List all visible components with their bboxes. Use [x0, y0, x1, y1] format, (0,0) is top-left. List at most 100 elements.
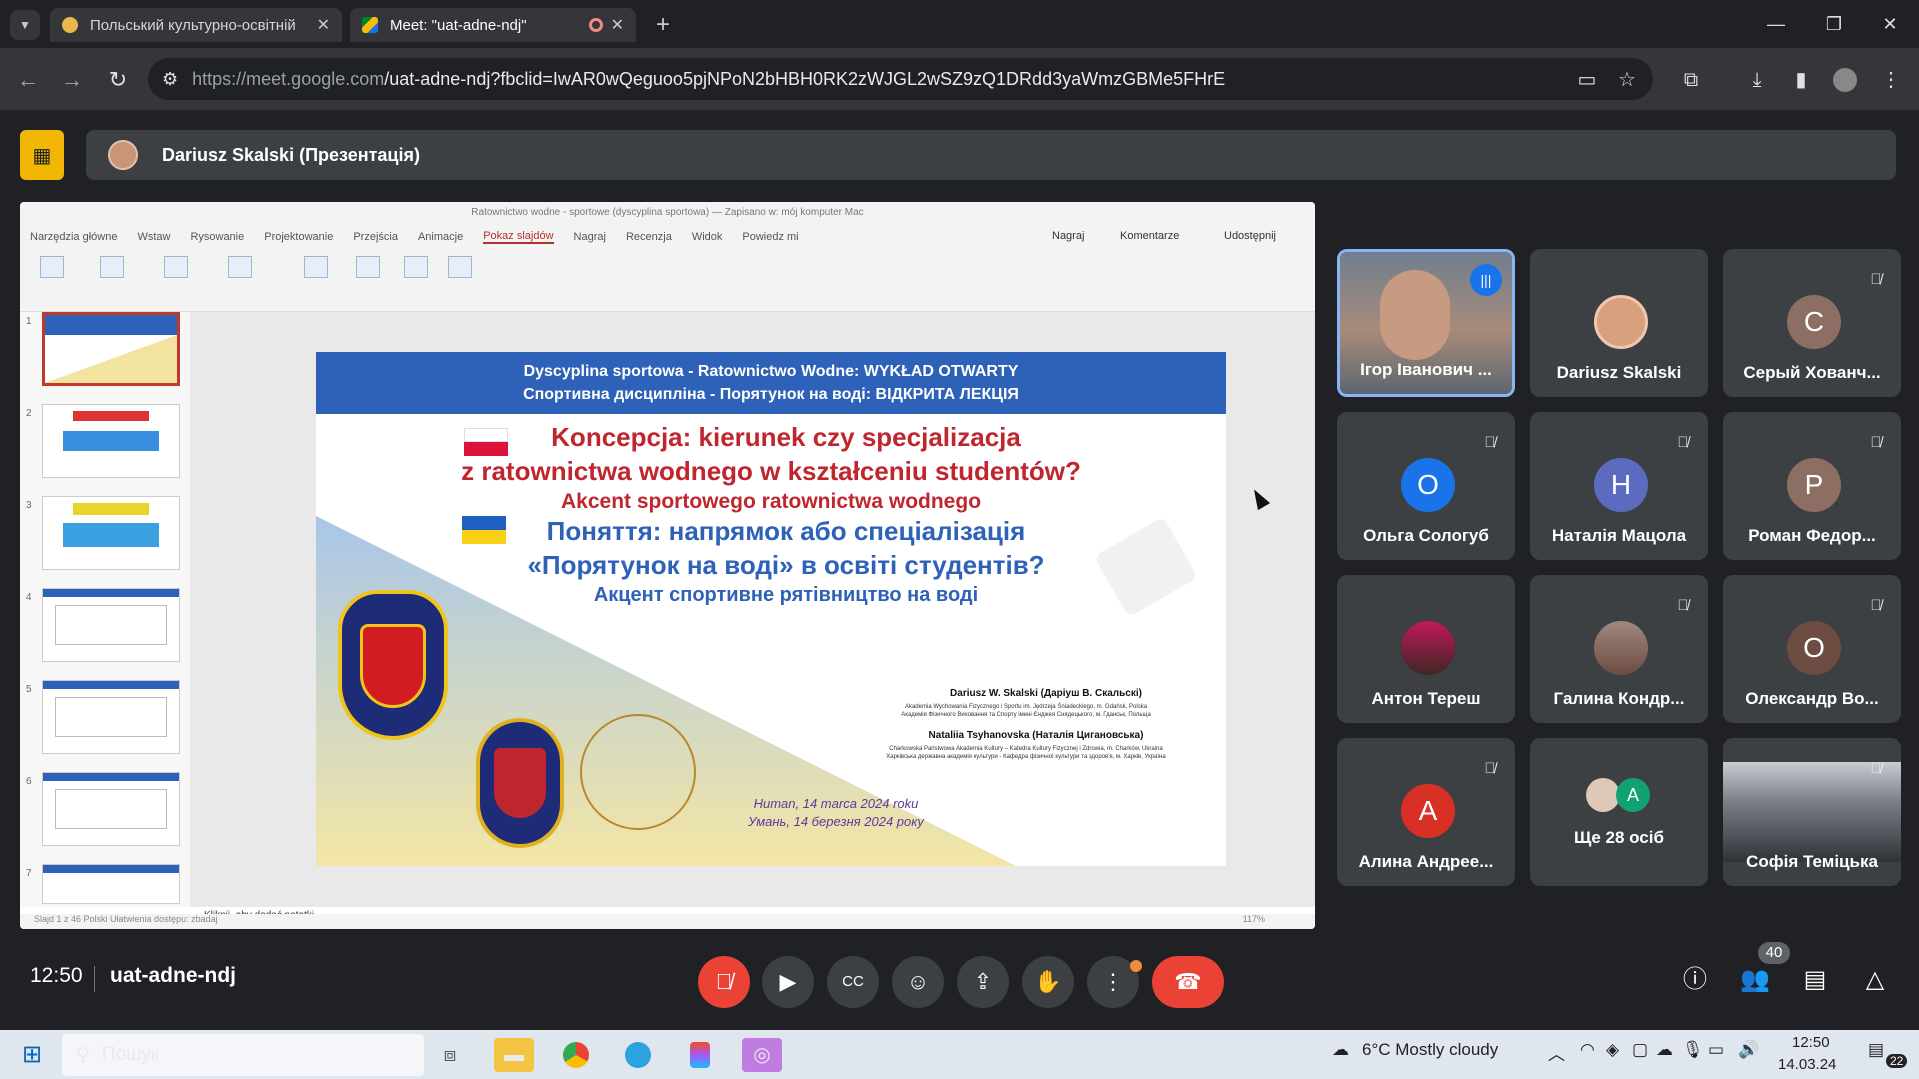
minimize-button[interactable]: — — [1748, 0, 1804, 48]
microphone-tray-icon[interactable]: 🎙 — [1682, 1040, 1704, 1060]
participant-tile[interactable]: 🎙̸ Галина Кондр... — [1530, 575, 1708, 723]
bookmark-star-icon[interactable]: ☆ — [1613, 66, 1641, 94]
participant-avatar: О — [1401, 458, 1455, 512]
participant-tile[interactable]: 🎙̸ А Алина Андрее... — [1337, 738, 1515, 886]
ribbon-tab[interactable]: Rysowanie — [190, 231, 244, 243]
browser-tab-active[interactable]: Meet: "uat-adne-ndj" ✕ — [350, 8, 636, 42]
captions-button[interactable]: CC — [827, 956, 879, 1008]
restore-button[interactable]: ❐ — [1806, 0, 1862, 48]
browser-tab[interactable]: Польський культурно-освітній ✕ — [50, 8, 342, 42]
ribbon-tab[interactable]: Recenzja — [626, 231, 672, 243]
ribbon-tab[interactable]: Przejścia — [353, 231, 398, 243]
slide-thumbnail[interactable] — [42, 404, 180, 478]
chat-icon[interactable]: ▤ — [1795, 960, 1835, 1000]
taskbar-date[interactable]: 14.03.24 — [1778, 1056, 1836, 1073]
ribbon-button[interactable] — [348, 256, 388, 306]
site-info-icon[interactable]: ⚙ — [162, 69, 178, 90]
tray-chevron-icon[interactable]: ︿ — [1548, 1040, 1565, 1065]
battery-icon[interactable]: ▭ — [1708, 1040, 1724, 1060]
ribbon-button[interactable] — [296, 256, 336, 306]
ribbon-tab[interactable]: Wstaw — [137, 231, 170, 243]
slide-pl-subtitle: Akcent sportowego ratownictwa wodnego — [560, 490, 982, 513]
cloud-tray-icon[interactable]: ☁ — [1656, 1040, 1673, 1060]
slide-thumbnail[interactable] — [42, 312, 180, 386]
back-icon[interactable]: ← — [14, 66, 42, 94]
ribbon-button[interactable] — [396, 256, 436, 306]
task-view-icon[interactable]: ⧈ — [430, 1038, 470, 1072]
meeting-clock: 12:50 — [30, 964, 83, 987]
ribbon-button[interactable] — [220, 256, 260, 306]
participant-tile[interactable]: 🎙̸ Р Роман Федор... — [1723, 412, 1901, 560]
file-explorer-icon[interactable]: ▬ — [494, 1038, 534, 1072]
notification-center-icon[interactable]: ▤ — [1868, 1040, 1884, 1060]
people-icon[interactable]: 👥 — [1735, 960, 1775, 1000]
ribbon-tab[interactable]: Animacje — [418, 231, 463, 243]
ribbon-tab[interactable]: Nagraj — [574, 231, 606, 243]
participant-tile[interactable]: 🎙̸ С Серый Хованч... — [1723, 249, 1901, 397]
participant-tile[interactable]: Dariusz Skalski — [1530, 249, 1708, 397]
ribbon-tab-selected[interactable]: Pokaz slajdów — [483, 230, 554, 244]
slide-thumbnail[interactable] — [42, 680, 180, 754]
ribbon-button[interactable] — [156, 256, 196, 306]
vpn-icon[interactable]: ◈ — [1606, 1040, 1619, 1060]
extensions-icon[interactable]: ⧉ — [1677, 66, 1705, 94]
download-icon[interactable]: ⤓ — [1743, 66, 1771, 94]
gdansk-academy-emblem-icon — [476, 718, 564, 848]
camera-button[interactable]: ▶ — [762, 956, 814, 1008]
record-button[interactable]: Nagraj — [1052, 230, 1084, 242]
telegram-icon[interactable] — [618, 1038, 658, 1072]
tab-search-button[interactable]: ▼ — [10, 10, 40, 40]
figma-icon[interactable] — [680, 1038, 720, 1072]
ribbon-tab[interactable]: Projektowanie — [264, 231, 333, 243]
forward-icon[interactable]: → — [58, 66, 86, 94]
taskbar-search[interactable]: ⚲ Пошук — [62, 1034, 424, 1076]
participant-tile[interactable]: 🎙̸ Софія Теміцька — [1723, 738, 1901, 886]
slide-thumbnail[interactable] — [42, 496, 180, 570]
app-icon[interactable]: ◎ — [742, 1038, 782, 1072]
slide-thumbnail[interactable] — [42, 588, 180, 662]
present-screen-button[interactable]: ⇪ — [957, 956, 1009, 1008]
participant-tile[interactable]: ||| Ігор Іванович ... — [1337, 249, 1515, 397]
close-window-button[interactable]: ✕ — [1862, 0, 1918, 48]
participant-tile[interactable]: Антон Тереш — [1337, 575, 1515, 723]
raise-hand-button[interactable]: ✋ — [1022, 956, 1074, 1008]
ribbon-tab[interactable]: Powiedz mi — [742, 231, 798, 243]
camera-tray-icon[interactable]: ▢ — [1632, 1040, 1648, 1060]
taskbar-time[interactable]: 12:50 — [1792, 1034, 1830, 1051]
participant-tile[interactable]: 🎙̸ Н Наталія Мацола — [1530, 412, 1708, 560]
ppt-window-title: Ratownictwo wodne - sportowe (dyscyplina… — [20, 202, 1315, 224]
leave-call-button[interactable]: ☎ — [1152, 956, 1224, 1008]
camera-indicator-icon[interactable]: ▭ — [1573, 66, 1601, 94]
ribbon-button[interactable] — [32, 256, 72, 306]
stop-presentation-icon[interactable]: ▦ — [20, 130, 64, 180]
slide-pl-title: z ratownictwa wodnego w kształceniu stud… — [461, 456, 1081, 486]
slide-thumbnail[interactable] — [42, 864, 180, 904]
close-tab-icon[interactable]: ✕ — [611, 15, 624, 35]
comments-button[interactable]: Komentarze — [1120, 230, 1179, 242]
volume-icon[interactable]: 🔊 — [1738, 1040, 1759, 1060]
share-button[interactable]: Udostępnij — [1224, 230, 1276, 242]
windows-start-icon[interactable]: ⊞ — [12, 1038, 52, 1072]
side-panel-icon[interactable]: ▮ — [1787, 66, 1815, 94]
mic-off-button[interactable]: 🎙̸ — [698, 956, 750, 1008]
activities-icon[interactable]: △ — [1855, 960, 1895, 1000]
ribbon-tab[interactable]: Widok — [692, 231, 723, 243]
profile-avatar[interactable] — [1831, 66, 1859, 94]
chrome-menu-icon[interactable]: ⋮ — [1877, 66, 1905, 94]
network-icon[interactable]: ◠ — [1580, 1040, 1595, 1060]
new-tab-button[interactable]: + — [648, 10, 678, 40]
address-bar[interactable]: ⚙ https://meet.google.com/uat-adne-ndj?f… — [148, 58, 1653, 100]
participant-tile[interactable]: 🎙̸ О Ольга Сологуб — [1337, 412, 1515, 560]
meeting-info-icon[interactable]: ⓘ — [1675, 960, 1715, 1000]
ribbon-button[interactable] — [440, 256, 480, 306]
chrome-taskbar-icon[interactable] — [556, 1038, 596, 1072]
ribbon-button[interactable] — [92, 256, 132, 306]
slide-thumbnail[interactable] — [42, 772, 180, 846]
ribbon-tab[interactable]: Narzędzia główne — [30, 231, 117, 243]
reload-icon[interactable]: ↻ — [104, 66, 132, 94]
participant-tile[interactable]: 🎙̸ О Олександр Во... — [1723, 575, 1901, 723]
participant-avatar: А — [1401, 784, 1455, 838]
emoji-button[interactable]: ☺ — [892, 956, 944, 1008]
close-tab-icon[interactable]: ✕ — [317, 15, 330, 35]
more-participants-tile[interactable]: А Ще 28 осіб — [1530, 738, 1708, 886]
